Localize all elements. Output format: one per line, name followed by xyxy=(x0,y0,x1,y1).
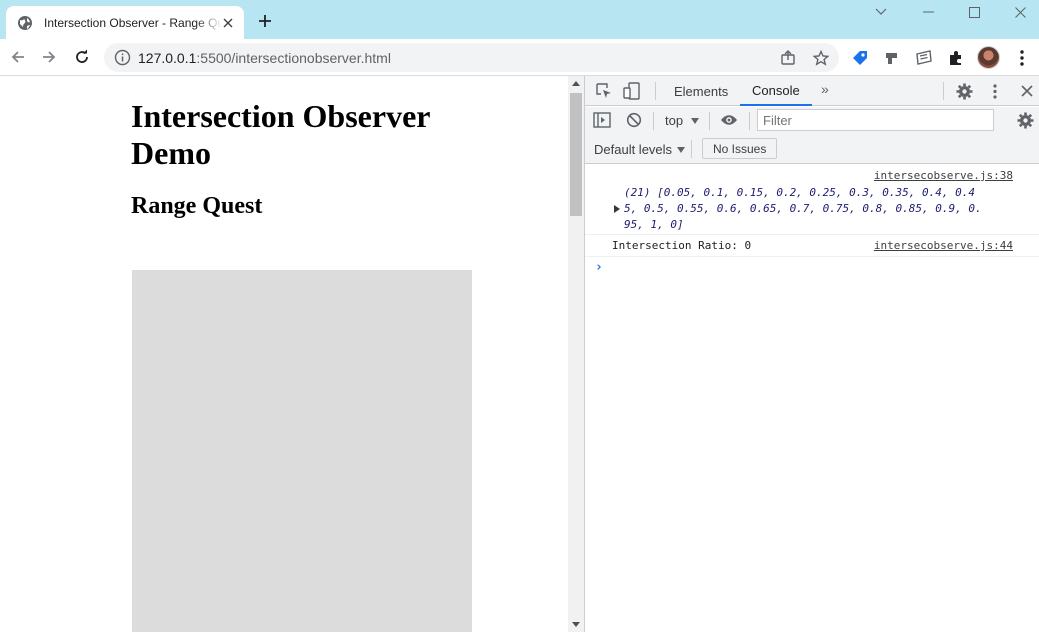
sidebar-toggle-icon[interactable] xyxy=(593,111,611,129)
minimize-icon[interactable] xyxy=(905,0,951,24)
log-array-line: (21) [0.05, 0.1, 0.15, 0.2, 0.25, 0.3, 0… xyxy=(624,186,975,199)
hand-extension-icon[interactable] xyxy=(881,47,903,69)
console-settings-gear-icon[interactable] xyxy=(1016,111,1034,129)
back-icon[interactable] xyxy=(6,45,30,69)
new-tab-icon[interactable] xyxy=(255,11,275,31)
forward-icon[interactable] xyxy=(37,45,61,69)
reader-extension-icon[interactable] xyxy=(913,47,935,69)
log-levels-dropdown[interactable]: Default levels xyxy=(594,142,686,157)
close-tab-icon[interactable] xyxy=(220,15,236,31)
log-array-line: 95, 1, 0] xyxy=(624,218,684,231)
observed-target-box xyxy=(132,270,472,632)
console-toolbar: top xyxy=(585,107,1039,135)
url-path: :5500/intersectionobserver.html xyxy=(196,50,391,66)
device-toolbar-icon[interactable] xyxy=(623,82,641,100)
log-source-link[interactable]: intersecobserve.js:44 xyxy=(874,239,1013,252)
window-close-icon[interactable] xyxy=(997,0,1039,24)
tab-title: Intersection Observer - Range Quest xyxy=(44,15,222,30)
log-message: Intersection Ratio: 0 xyxy=(612,239,752,252)
share-icon[interactable] xyxy=(778,48,797,67)
url-host: 127.0.0.1 xyxy=(138,50,197,66)
dropdown-caret-icon xyxy=(691,117,700,124)
console-toolbar-levels: Default levels No Issues xyxy=(585,135,1039,164)
console-prompt-icon[interactable]: › xyxy=(595,260,603,275)
log-levels-label: Default levels xyxy=(594,142,673,157)
url-text[interactable]: 127.0.0.1:5500/intersectionobserver.html xyxy=(138,50,391,66)
context-value: top xyxy=(665,113,684,128)
close-devtools-icon[interactable] xyxy=(1018,82,1036,100)
extensions-puzzle-icon[interactable] xyxy=(945,47,967,69)
toolbar-separator xyxy=(749,112,750,130)
tab-elements[interactable]: Elements xyxy=(674,76,728,106)
issues-button[interactable]: No Issues xyxy=(702,138,778,159)
page-scrollbar[interactable] xyxy=(568,76,584,632)
inspect-element-icon[interactable] xyxy=(595,82,613,100)
log-array-line: 5, 0.5, 0.55, 0.6, 0.65, 0.7, 0.75, 0.8,… xyxy=(624,202,982,215)
clear-console-icon[interactable] xyxy=(625,111,643,129)
bookmark-star-icon[interactable] xyxy=(811,48,830,67)
browser-menu-icon[interactable] xyxy=(1011,47,1033,69)
log-source-link[interactable]: intersecobserve.js:38 xyxy=(874,169,1013,182)
devtools-menu-icon[interactable] xyxy=(986,82,1004,100)
expand-triangle-icon[interactable] xyxy=(614,205,620,213)
tab-search-icon[interactable] xyxy=(858,0,904,24)
tab-console[interactable]: Console xyxy=(740,76,812,106)
page-viewport: Intersection Observer Demo Range Quest xyxy=(0,76,568,632)
tabbar-separator xyxy=(655,82,656,100)
browser-tab[interactable]: Intersection Observer - Range Quest xyxy=(6,6,244,39)
site-info-icon[interactable] xyxy=(114,49,131,66)
scroll-thumb[interactable] xyxy=(570,93,582,216)
toolbar-separator xyxy=(709,112,710,130)
devtools-tabbar: Elements Console » xyxy=(585,76,1039,106)
dropdown-caret-icon xyxy=(677,146,686,153)
more-tabs-chevron-icon[interactable]: » xyxy=(821,81,829,97)
address-bar[interactable]: 127.0.0.1:5500/intersectionobserver.html xyxy=(104,43,839,72)
browser-toolbar: 127.0.0.1:5500/intersectionobserver.html xyxy=(0,39,1039,76)
console-log-entry: intersecobserve.js:38 (21) [0.05, 0.1, 0… xyxy=(585,165,1039,235)
profile-avatar[interactable] xyxy=(977,46,1000,69)
maximize-icon[interactable] xyxy=(951,0,997,24)
reload-icon[interactable] xyxy=(70,45,94,69)
page-subtitle: Range Quest xyxy=(131,193,263,219)
tag-extension-icon[interactable] xyxy=(849,47,871,69)
devtools-panel: Elements Console » top Def xyxy=(584,76,1039,632)
toolbar-separator xyxy=(653,112,654,130)
console-output: intersecobserve.js:38 (21) [0.05, 0.1, 0… xyxy=(585,165,1039,632)
title-bar: Intersection Observer - Range Quest xyxy=(0,0,1039,39)
scroll-up-arrow-icon[interactable] xyxy=(572,81,580,86)
live-expression-eye-icon[interactable] xyxy=(720,111,738,129)
scroll-down-arrow-icon[interactable] xyxy=(572,622,580,627)
page-title: Intersection Observer Demo xyxy=(131,98,430,171)
console-log-entry: Intersection Ratio: 0 intersecobserve.js… xyxy=(585,235,1039,257)
globe-icon xyxy=(17,15,33,31)
console-filter-input[interactable] xyxy=(757,109,994,131)
context-selector[interactable]: top xyxy=(665,113,700,128)
tabbar-separator xyxy=(943,82,944,100)
toolbar-separator xyxy=(691,140,692,158)
settings-gear-icon[interactable] xyxy=(955,82,973,100)
